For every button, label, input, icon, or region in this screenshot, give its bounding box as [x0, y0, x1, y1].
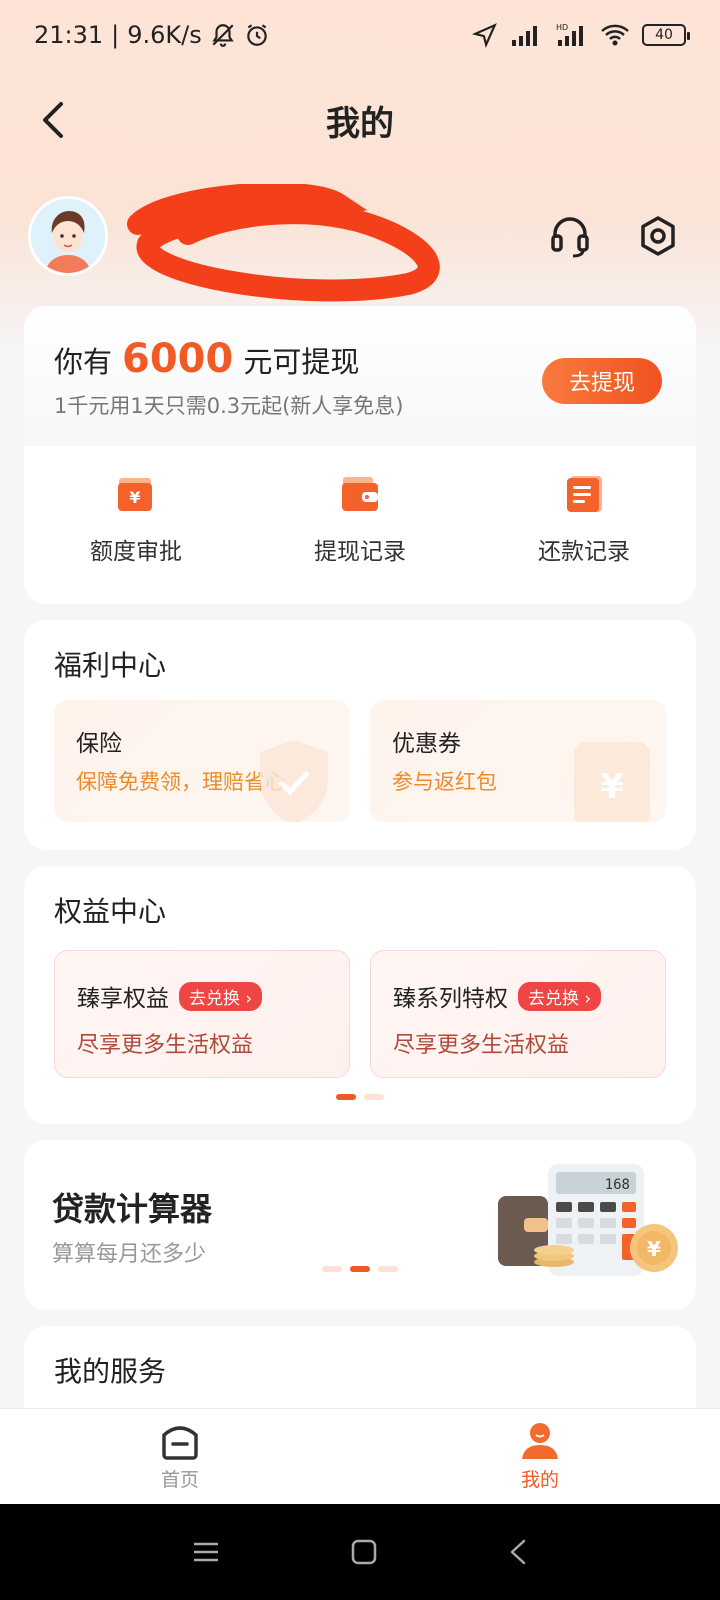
svg-text:HD: HD — [556, 23, 568, 32]
quick-action-label: 额度审批 — [90, 539, 182, 565]
svg-text:¥: ¥ — [129, 488, 140, 507]
redeem-badge[interactable]: 去兑换 › — [179, 981, 263, 1011]
back-triangle-icon[interactable] — [508, 1538, 528, 1566]
home-icon — [162, 1426, 198, 1460]
nav-home[interactable]: 首页 — [0, 1409, 360, 1504]
bell-off-icon — [212, 24, 234, 47]
welfare-coupon[interactable]: 优惠券 参与返红包 ¥ — [370, 700, 666, 822]
redeem-badge[interactable]: 去兑换 › — [518, 981, 602, 1011]
rights-center-card: 权益中心 臻享权益 去兑换 › 尽享更多生活权益 臻系列特权 去兑换 › 尽享更… — [24, 866, 696, 1124]
home-square-icon[interactable] — [350, 1538, 378, 1566]
rights-item-subtitle: 尽享更多生活权益 — [77, 1033, 254, 1058]
carousel-dot — [322, 1266, 342, 1272]
redaction-scribble — [127, 184, 440, 302]
welfare-center-title: 福利中心 — [54, 649, 167, 682]
wifi-icon — [601, 24, 629, 46]
cash-subtitle: 1千元用1天只需0.3元起(新人享免息) — [54, 394, 404, 418]
nav-label: 我的 — [520, 1469, 559, 1491]
carousel-dot — [364, 1094, 384, 1100]
quick-action-withdraw-records[interactable]: 提现记录 — [248, 474, 472, 566]
cash-prefix: 你有 — [54, 345, 113, 379]
rights-item-subtitle: 尽享更多生活权益 — [393, 1033, 570, 1058]
loan-calculator-subtitle: 算算每月还多少 — [52, 1242, 207, 1267]
quick-action-label: 还款记录 — [538, 539, 630, 565]
loan-calculator-card[interactable]: 贷款计算器 算算每月还多少 168 ¥ — [24, 1140, 696, 1310]
carousel-dot — [350, 1266, 370, 1272]
alarm-icon — [247, 24, 267, 46]
cash-card: 你有 6000 元可提现 1千元用1天只需0.3元起(新人享免息) 去提现 ¥ … — [24, 306, 696, 604]
wallet-icon — [342, 477, 378, 511]
rights-series-privilege[interactable]: 臻系列特权 去兑换 › 尽享更多生活权益 — [370, 950, 666, 1078]
quick-action-quota-approval[interactable]: ¥ 额度审批 — [24, 474, 248, 566]
rights-carousel-indicator — [24, 1094, 696, 1100]
carousel-dot — [336, 1094, 356, 1100]
status-speed: 9.6K/s — [127, 21, 202, 49]
settings-button[interactable] — [636, 214, 680, 258]
signal-hd-icon: HD — [556, 23, 583, 46]
menu-icon[interactable] — [192, 1540, 220, 1564]
bottom-navigation: 首页 我的 — [0, 1408, 720, 1504]
document-icon — [567, 476, 602, 512]
user-icon — [522, 1423, 558, 1459]
calculator-carousel-indicator — [24, 1266, 696, 1272]
wallet-yen-icon: ¥ — [118, 478, 152, 511]
chevron-left-icon — [43, 102, 63, 138]
battery-indicator: 40 — [642, 24, 690, 46]
rights-premium[interactable]: 臻享权益 去兑换 › 尽享更多生活权益 — [54, 950, 350, 1078]
page-header: 我的 — [0, 80, 720, 160]
cash-summary: 你有 6000 元可提现 1千元用1天只需0.3元起(新人享免息) 去提现 — [24, 306, 696, 446]
svg-text:¥: ¥ — [647, 1237, 661, 1261]
cash-amount: 6000 — [122, 336, 234, 382]
avatar[interactable] — [28, 196, 108, 276]
rights-center-title: 权益中心 — [54, 895, 167, 928]
system-navigation-bar — [0, 1504, 720, 1600]
status-time: 21:31 — [34, 21, 104, 49]
avatar-illustration — [31, 199, 105, 273]
carousel-dot — [378, 1266, 398, 1272]
location-icon — [472, 23, 497, 48]
loan-calculator-title: 贷款计算器 — [52, 1190, 213, 1228]
nav-mine[interactable]: 我的 — [360, 1409, 720, 1504]
welfare-center-card: 福利中心 保险 保障免费领，理赔省心 优惠券 参与返红包 ¥ — [24, 620, 696, 850]
welfare-insurance[interactable]: 保险 保障免费领，理赔省心 — [54, 700, 350, 822]
svg-text:168: 168 — [605, 1177, 630, 1193]
svg-text:¥: ¥ — [600, 767, 624, 807]
shield-icon — [260, 740, 328, 822]
gear-icon — [641, 216, 675, 256]
rights-item-title: 臻系列特权 — [393, 986, 508, 1012]
nav-label: 首页 — [160, 1469, 199, 1491]
my-services-title: 我的服务 — [54, 1355, 167, 1388]
status-bar: 21:31 | 9.6K/s HD 40 — [0, 0, 720, 70]
customer-service-button[interactable] — [548, 214, 592, 258]
quick-action-repayment-records[interactable]: 还款记录 — [472, 474, 696, 566]
withdraw-button[interactable]: 去提现 — [542, 358, 662, 404]
signal-icon — [512, 26, 537, 46]
coupon-yen-icon: ¥ — [574, 742, 650, 822]
status-divider: | — [111, 21, 120, 49]
page-title: 我的 — [326, 103, 394, 144]
cash-suffix: 元可提现 — [243, 345, 360, 379]
quick-action-label: 提现记录 — [314, 539, 406, 565]
profile-row — [28, 184, 692, 302]
headset-icon — [551, 217, 589, 258]
back-button[interactable] — [30, 96, 78, 144]
rights-item-title: 臻享权益 — [77, 986, 169, 1012]
quick-actions: ¥ 额度审批 提现记录 还款记录 — [24, 474, 696, 566]
